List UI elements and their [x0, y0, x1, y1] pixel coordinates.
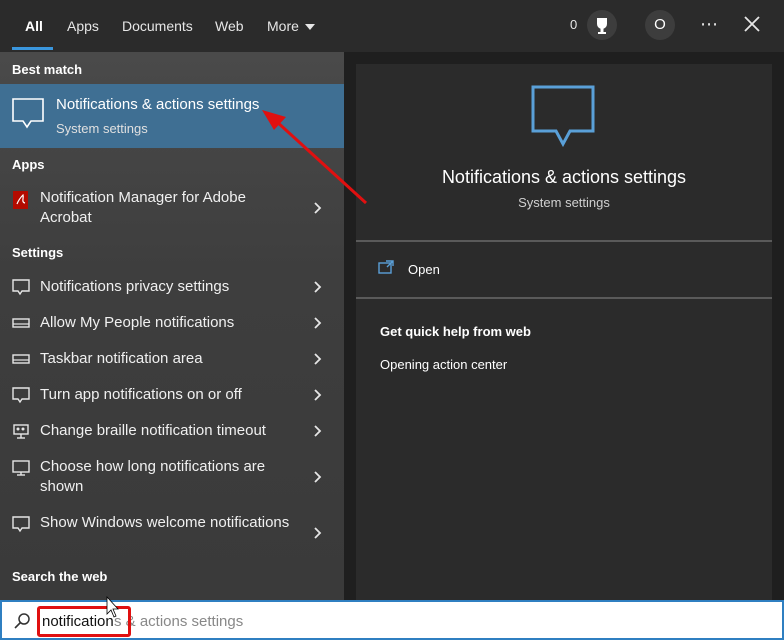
list-item[interactable]: Turn app notifications on or off: [0, 384, 344, 412]
list-item-label: Show Windows welcome notifications: [40, 514, 290, 531]
chevron-right-icon: [314, 202, 322, 214]
chevron-right-icon: [314, 471, 322, 483]
annotation-highlight-box: [37, 606, 131, 637]
monitor-icon: [12, 460, 30, 476]
account-avatar[interactable]: O: [645, 10, 675, 40]
active-tab-indicator: [12, 47, 53, 50]
chevron-down-icon: [304, 24, 315, 31]
help-link[interactable]: Opening action center: [380, 357, 507, 372]
speech-bubble-icon: [12, 98, 44, 129]
list-item-label: Turn app notifications on or off: [40, 386, 242, 403]
section-search-web: Search the web: [12, 569, 108, 584]
section-apps: Apps: [12, 157, 45, 172]
close-icon[interactable]: [742, 14, 762, 34]
chevron-right-icon: [314, 389, 322, 401]
preview-subtitle: System settings: [518, 195, 610, 210]
list-item-label: Notification Manager for Adobe Acrobat: [40, 189, 246, 226]
list-item-label: Choose how long notifications are shown: [40, 458, 266, 495]
best-match-title: Notifications & actions settings: [56, 96, 260, 113]
tab-more-label: More: [267, 18, 299, 34]
list-item[interactable]: Notifications privacy settings: [0, 276, 344, 304]
taskbar-icon: [12, 318, 30, 328]
divider: [356, 297, 772, 299]
braille-icon: [13, 424, 29, 439]
open-label: Open: [408, 262, 440, 277]
chevron-right-icon: [314, 317, 322, 329]
list-item[interactable]: Taskbar notification area: [0, 348, 344, 376]
best-match-subtitle: System settings: [56, 121, 148, 136]
tab-more[interactable]: More: [267, 0, 315, 52]
more-options-icon[interactable]: ⋯: [700, 14, 719, 35]
chevron-right-icon: [314, 425, 322, 437]
speech-bubble-icon: [12, 279, 30, 296]
help-heading: Get quick help from web: [380, 324, 531, 339]
search-autocomplete: s & actions settings: [114, 613, 244, 630]
speech-bubble-icon: [531, 85, 595, 148]
tab-web[interactable]: Web: [215, 0, 244, 52]
speech-bubble-icon: [12, 516, 30, 533]
search-header: All Apps Documents Web More 0 O ⋯: [0, 0, 784, 52]
list-item[interactable]: Change braille notification timeout: [0, 420, 344, 448]
search-icon: [14, 613, 30, 629]
trophy-icon[interactable]: [587, 10, 617, 40]
list-item-label: Notifications privacy settings: [40, 278, 230, 295]
chevron-right-icon: [314, 353, 322, 365]
acrobat-icon: [13, 191, 28, 209]
list-item[interactable]: Choose how long notifications are shown: [0, 456, 344, 504]
tab-apps[interactable]: Apps: [67, 0, 99, 52]
preview-title: Notifications & actions settings: [441, 167, 687, 187]
results-pane: Best match Notifications & actions setti…: [0, 52, 344, 600]
tab-documents[interactable]: Documents: [122, 0, 193, 52]
list-item-label: Change braille notification timeout: [40, 422, 266, 439]
divider: [356, 240, 772, 242]
list-item[interactable]: Allow My People notifications: [0, 312, 344, 340]
tab-all[interactable]: All: [25, 0, 43, 52]
section-settings: Settings: [12, 245, 64, 260]
preview-pane: Notifications & actions settings System …: [356, 64, 772, 600]
taskbar-icon: [12, 354, 30, 364]
open-icon: [378, 260, 394, 274]
chevron-right-icon: [314, 527, 322, 539]
list-item-label: Taskbar notification area: [40, 350, 203, 367]
chevron-right-icon: [314, 281, 322, 293]
rewards-points: 0: [570, 17, 578, 32]
speech-bubble-icon: [12, 387, 30, 404]
list-item[interactable]: Show Windows welcome notifications: [0, 512, 344, 560]
best-match-item[interactable]: Notifications & actions settings System …: [0, 84, 344, 148]
list-item[interactable]: Notification Manager for Adobe Acrobat: [0, 186, 344, 234]
section-best-match: Best match: [12, 62, 83, 77]
list-item-label: Allow My People notifications: [40, 314, 235, 331]
